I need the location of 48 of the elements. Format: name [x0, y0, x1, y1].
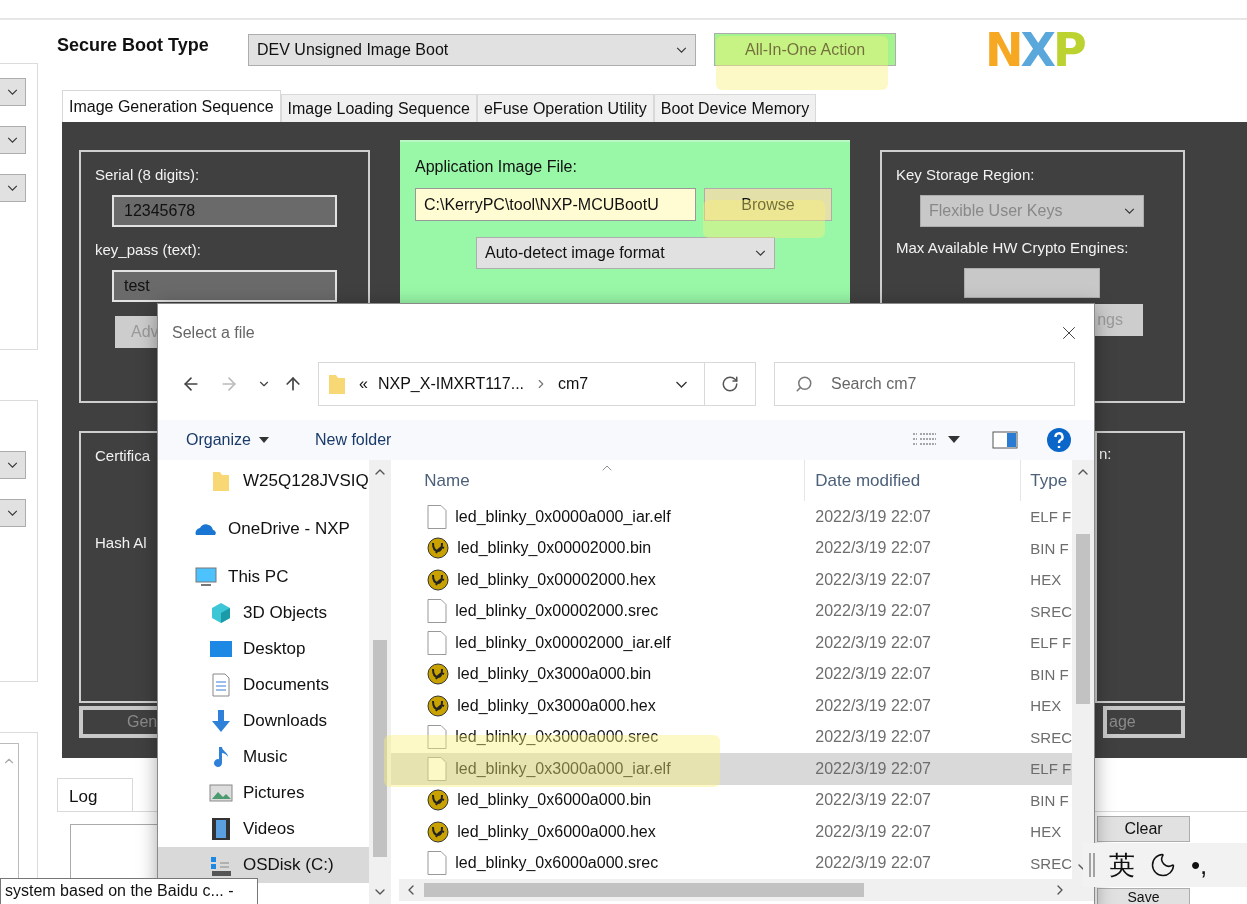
date-cell-text: 2022/3/19 22:07	[814, 507, 932, 526]
date-cell-text: 2022/3/19 22:07	[814, 728, 932, 747]
file-name: led_blinky_0x00002000_iar.elf	[391, 630, 806, 655]
file-name: led_blinky_0x3000a000.srec	[391, 725, 806, 750]
file-name: led_blinky_0x0000a000_iar.elf	[391, 504, 806, 529]
date-cell-text: 2022/3/19 22:07	[814, 665, 932, 684]
date-cell-text: 2022/3/19 22:07	[814, 602, 932, 621]
field-label: key_pass (text):	[95, 241, 201, 258]
date-cell-text: 2022/3/19 22:07	[814, 539, 932, 558]
field-label: Hash Al	[95, 534, 147, 551]
file-name: led_blinky_0x3000a000_iar.elf	[391, 756, 806, 781]
type-cell-text: ELF F	[1029, 760, 1072, 778]
date-cell-text: 2022/3/19 22:07	[814, 633, 932, 652]
field-label: n:	[1099, 445, 1112, 462]
date-cell-text: 2022/3/19 22:07	[814, 570, 932, 589]
file-name: led_blinky_0x00002000.srec	[391, 599, 806, 624]
type-cell-text: HEX	[1029, 571, 1063, 589]
logo: NXP	[985, 22, 1084, 77]
date-cell-text: 2022/3/19 22:07	[814, 759, 932, 778]
type-cell-text: ELF F	[1029, 634, 1072, 652]
type-cell-text: HEX	[1029, 823, 1063, 841]
file-name: led_blinky_0x6000a000.bin	[391, 789, 806, 812]
type-cell-text: BIN F	[1029, 791, 1070, 809]
date-cell-text: 2022/3/19 22:07	[814, 822, 932, 841]
type-cell-text: SREC	[1029, 602, 1072, 620]
field-label: Serial (8 digits):	[95, 166, 200, 183]
field-label: Certifica	[95, 447, 150, 464]
field-label: Secure Boot Type	[57, 35, 210, 56]
file-name: led_blinky_0x6000a000.srec	[391, 851, 806, 876]
file-name: led_blinky_0x00002000.bin	[391, 537, 806, 560]
date-cell-text: 2022/3/19 22:07	[814, 696, 932, 715]
type-cell-text: BIN F	[1029, 539, 1070, 557]
type-cell-text: SREC	[1029, 854, 1072, 872]
file-name: led_blinky_0x3000a000.bin	[391, 663, 806, 686]
file-name: led_blinky_0x3000a000.hex	[391, 694, 806, 717]
date-cell-text: 2022/3/19 22:07	[814, 854, 932, 873]
date-cell-text: 2022/3/19 22:07	[814, 791, 932, 810]
type-cell-text: SREC	[1029, 728, 1072, 746]
field-label: Max Available HW Crypto Engines:	[896, 239, 1129, 256]
tooltip: system based on the Baidu c... -	[0, 878, 258, 904]
dialog-title: Select a file	[172, 324, 255, 342]
type-cell-text: HEX	[1029, 697, 1063, 715]
file-name: led_blinky_0x00002000.hex	[391, 568, 806, 591]
field-label: Application Image File:	[415, 158, 578, 176]
field-label: Key Storage Region:	[896, 166, 1035, 183]
file-name: led_blinky_0x6000a000.hex	[391, 820, 806, 843]
type-cell-text: BIN F	[1029, 665, 1070, 683]
type-cell-text: ELF F	[1029, 508, 1072, 526]
